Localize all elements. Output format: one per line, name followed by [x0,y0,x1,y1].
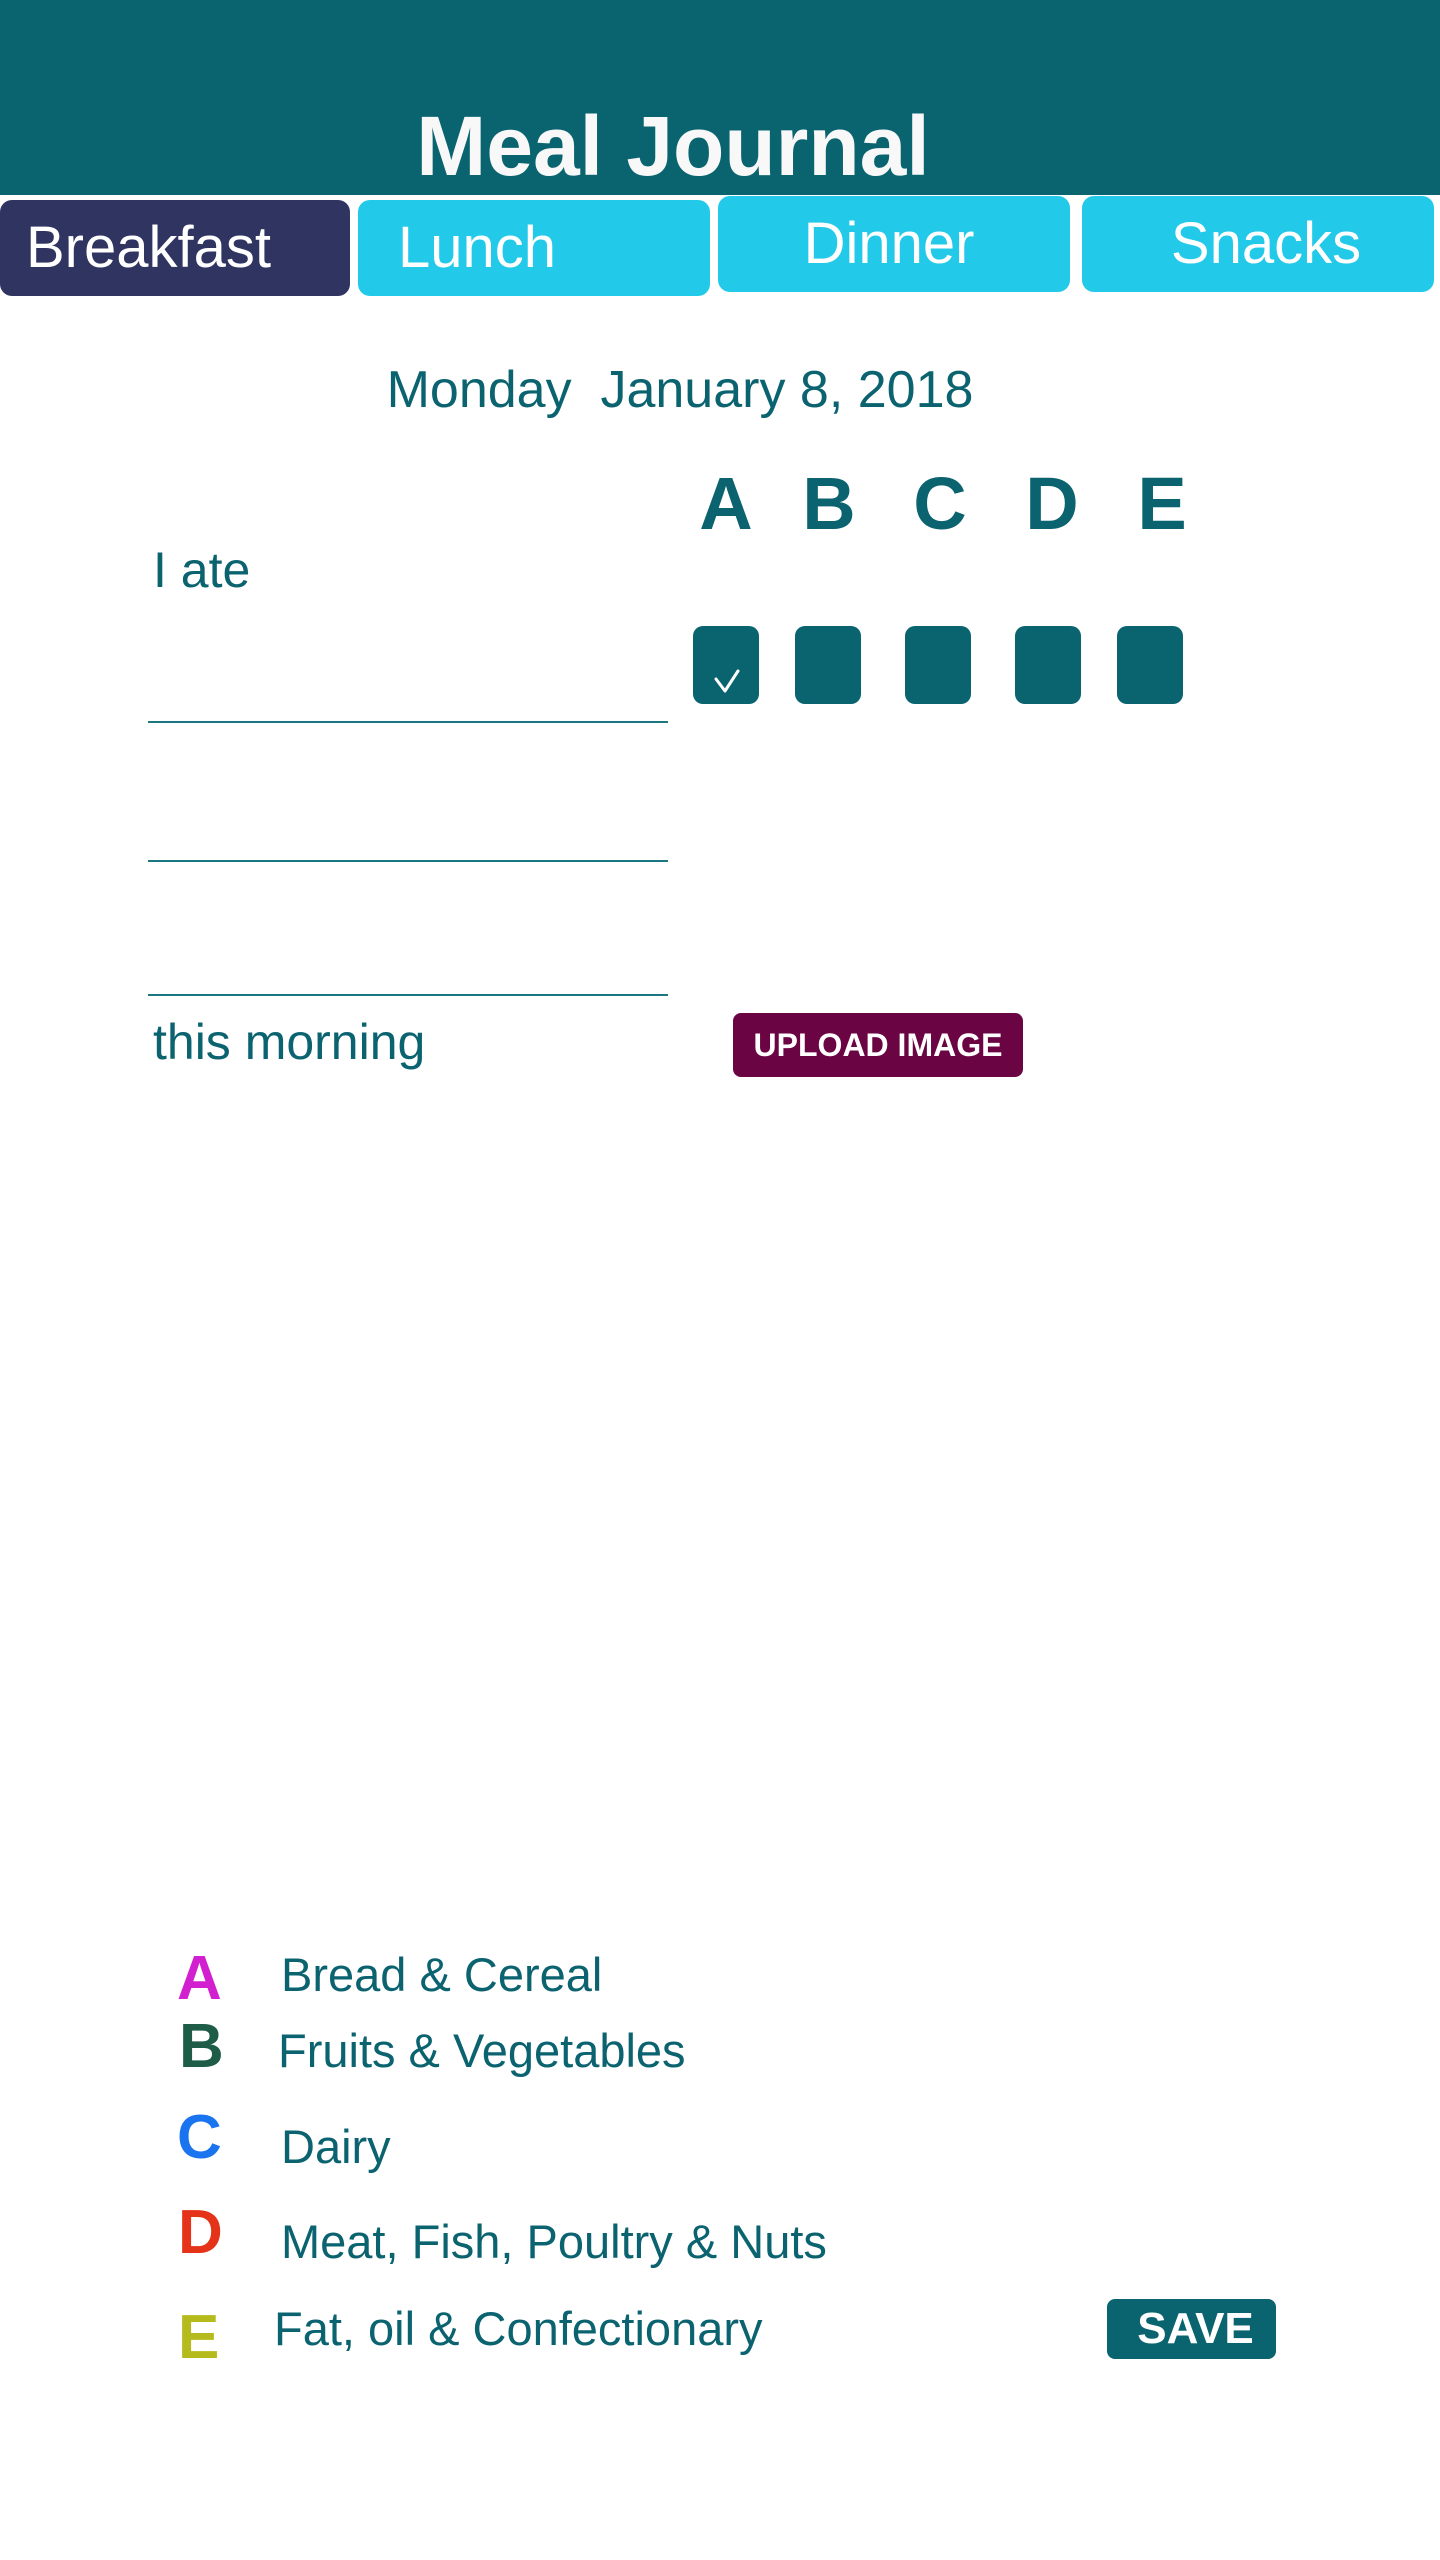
column-label-b: B [802,462,856,545]
legend-letter-b: B [179,2012,224,2081]
legend-label-c: Dairy [281,2120,391,2173]
column-label-a: A [699,462,753,545]
this-morning-label: this morning [153,1014,426,1070]
upload-image-button[interactable]: UPLOAD IMAGE [733,1013,1023,1077]
legend-letter-e: E [178,2303,220,2372]
legend-letter-d: D [178,2198,223,2267]
meal-entry-line-1[interactable] [148,683,668,723]
checkbox-c[interactable] [905,626,971,704]
column-label-e: E [1137,462,1187,545]
column-label-c: C [913,462,967,545]
tab-snacks[interactable]: Snacks [1082,196,1434,292]
checkbox-a[interactable] [693,626,759,704]
tab-lunch[interactable]: Lunch [358,200,710,296]
tab-label: Lunch [398,215,557,280]
page-title: Meal Journal [416,99,930,193]
checkbox-d[interactable] [1015,626,1081,704]
legend-label-a: Bread & Cereal [281,1948,603,2001]
meal-entry-line-3[interactable] [148,956,668,996]
i-ate-label: I ate [153,542,251,598]
legend-letter-a: A [177,1944,222,2013]
legend-letter-c: C [177,2103,222,2172]
legend-label-d: Meat, Fish, Poultry & Nuts [281,2215,827,2268]
legend-label-e: Fat, oil & Confectionary [274,2302,763,2355]
tab-label: Snacks [1170,211,1362,276]
tab-label: Breakfast [26,215,271,280]
tab-breakfast[interactable]: Breakfast [0,200,350,296]
checkbox-b[interactable] [795,626,861,704]
date-label: Monday January 8, 2018 [386,361,974,419]
legend-label-b: Fruits & Vegetables [278,2024,686,2077]
tab-label: Dinner [803,211,975,276]
checkbox-e[interactable] [1117,626,1183,704]
meal-entry-line-2[interactable] [148,822,668,862]
tab-dinner[interactable]: Dinner [718,196,1070,292]
checkmark-icon [714,669,740,693]
save-button[interactable]: SAVE [1107,2299,1276,2359]
column-label-d: D [1025,462,1079,545]
